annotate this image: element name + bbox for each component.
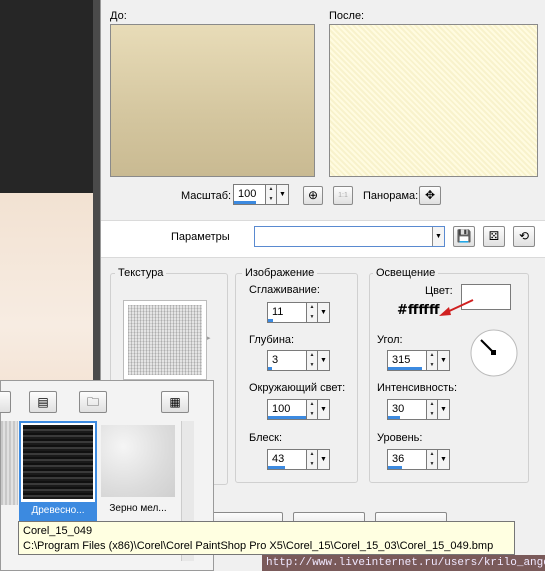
intensity-arrows[interactable]: ▲ ▼ [427, 399, 438, 420]
thumb-caption: Зерно мел... [109, 503, 167, 514]
pan-button[interactable]: ✥ [419, 186, 441, 205]
depth-input[interactable]: 3 [267, 350, 307, 371]
chevron-down-icon[interactable]: ▼ [432, 227, 444, 246]
wood-texture-image [23, 425, 93, 499]
workspace-background [0, 0, 100, 193]
angle-arrows[interactable]: ▲ ▼ [427, 350, 438, 371]
after-preview[interactable] [329, 24, 538, 177]
angle-spinner[interactable]: 315 ▲ ▼ ▼ [387, 350, 450, 371]
zoom-input[interactable]: 100 [233, 184, 266, 205]
fit-icon: ⊕ [307, 188, 319, 202]
open-folder-button[interactable]: 🗀 [79, 391, 107, 413]
level-label: Уровень: [377, 432, 423, 444]
pan-label: Панорама: [363, 190, 419, 202]
ambient-spinner[interactable]: 100 ▲ ▼ ▼ [267, 399, 330, 420]
reset-button[interactable]: ⟲ [513, 226, 535, 247]
texture-tooltip: Corel_15_049 C:\Program Files (x86)\Core… [18, 521, 515, 555]
presets-combo[interactable]: ▼ [254, 226, 445, 247]
texture-expand-icon[interactable]: ▸ [207, 334, 211, 342]
popup-nav-button[interactable] [0, 391, 11, 413]
save-preset-button[interactable]: 💾 [453, 226, 475, 247]
level-input[interactable]: 36 [387, 449, 427, 470]
red-arrow-icon [439, 299, 474, 316]
zoom-fit-button[interactable]: ⊕ [303, 186, 323, 205]
color-hex-annotation: #ffffff [397, 303, 440, 318]
dice-icon: ⚄ [488, 229, 500, 243]
zoom-arrows[interactable]: ▲ ▼ [266, 184, 277, 205]
depth-label: Глубина: [249, 334, 295, 346]
angle-dropdown[interactable]: ▼ [438, 350, 450, 371]
angle-dial[interactable] [469, 328, 519, 378]
watermark-url: http://www.liveinternet.ru/users/krilo_a… [262, 555, 545, 571]
depth-spinner[interactable]: 3 ▲ ▼ ▼ [267, 350, 330, 371]
texture-thumb-chalk[interactable]: Зерно мел... [101, 425, 175, 517]
lighting-group-title: Освещение [373, 267, 439, 279]
level-arrows[interactable]: ▲ ▼ [427, 449, 438, 470]
grid-icon: ▦ [169, 395, 181, 409]
zoom-dropdown[interactable]: ▼ [277, 184, 289, 205]
after-label: После: [329, 10, 365, 22]
shine-spinner[interactable]: 43 ▲ ▼ ▼ [267, 449, 330, 470]
zoom-spinner[interactable]: 100 ▲ ▼ ▼ [233, 184, 289, 205]
before-preview[interactable] [110, 24, 315, 177]
shine-input[interactable]: 43 [267, 449, 307, 470]
randomize-button[interactable]: ⚄ [483, 226, 505, 247]
window-icon: ▤ [37, 395, 49, 409]
intensity-dropdown[interactable]: ▼ [438, 399, 450, 420]
shine-dropdown[interactable]: ▼ [318, 449, 330, 470]
ambient-arrows[interactable]: ▲ ▼ [307, 399, 318, 420]
shine-label: Блеск: [249, 432, 282, 444]
angle-input[interactable]: 315 [387, 350, 427, 371]
ambient-input[interactable]: 100 [267, 399, 307, 420]
presets-label: Параметры [171, 231, 230, 243]
grid-view-button[interactable]: ▦ [161, 391, 189, 413]
texture-swatch [128, 305, 202, 375]
image-group-title: Изображение [242, 267, 318, 279]
reset-icon: ⟲ [518, 229, 530, 243]
intensity-label: Интенсивность: [377, 382, 458, 394]
level-spinner[interactable]: 36 ▲ ▼ ▼ [387, 449, 450, 470]
before-label: До: [110, 10, 127, 22]
smoothing-arrows[interactable]: ▲ ▼ [307, 302, 318, 323]
intensity-spinner[interactable]: 30 ▲ ▼ ▼ [387, 399, 450, 420]
folder-icon: 🗀 [86, 395, 99, 409]
ambient-dropdown[interactable]: ▼ [318, 399, 330, 420]
smoothing-label: Сглаживание: [249, 284, 320, 296]
smoothing-input[interactable]: 11 [267, 302, 307, 323]
depth-arrows[interactable]: ▲ ▼ [307, 350, 318, 371]
intensity-input[interactable]: 30 [387, 399, 427, 420]
tooltip-path: C:\Program Files (x86)\Corel\Corel Paint… [23, 540, 494, 552]
texture-thumb-partial[interactable] [1, 421, 18, 505]
view-thumbnails-button[interactable]: ▤ [29, 391, 57, 413]
angle-label: Угол: [377, 334, 403, 346]
move-icon: ✥ [424, 188, 436, 202]
thumb-caption-selected: Древесно... [21, 502, 95, 519]
texture-thumb-wood[interactable]: Древесно... [19, 421, 97, 521]
zoom-actual-button[interactable]: 1:1 [333, 186, 353, 205]
smoothing-spinner[interactable]: 11 ▲ ▼ ▼ [267, 302, 330, 323]
texture-swatch-frame[interactable] [123, 300, 207, 380]
chalk-texture-image [101, 425, 175, 497]
shine-arrows[interactable]: ▲ ▼ [307, 449, 318, 470]
level-dropdown[interactable]: ▼ [438, 449, 450, 470]
ambient-label: Окружающий свет: [249, 382, 346, 394]
smoothing-dropdown[interactable]: ▼ [318, 302, 330, 323]
zoom-label: Масштаб: [181, 190, 232, 202]
floppy-icon: 💾 [456, 229, 472, 243]
texture-group-title: Текстура [115, 267, 167, 279]
tooltip-name: Corel_15_049 [23, 525, 93, 537]
depth-dropdown[interactable]: ▼ [318, 350, 330, 371]
